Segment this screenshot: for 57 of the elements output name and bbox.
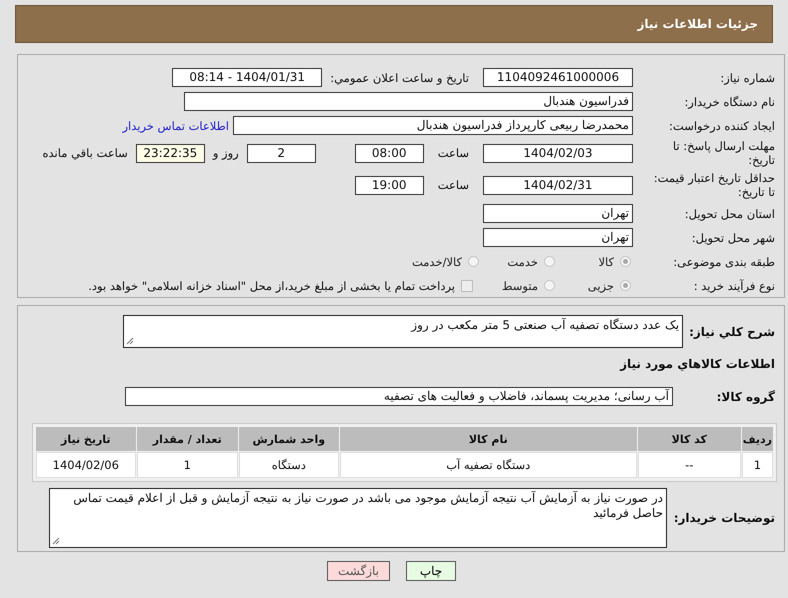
field-label: ایجاد کننده درخواست: — [668, 118, 775, 132]
category-radio[interactable]: خدمت — [493, 254, 555, 268]
time-label: ساعت — [438, 178, 469, 192]
category-radio[interactable]: كالا/خدمت — [412, 254, 479, 268]
table-cell: 1 — [742, 452, 773, 478]
category-radio[interactable]: كالا — [569, 254, 631, 268]
field-label: شرح کلي نیاز: — [689, 325, 775, 339]
field-label: شماره نیاز: — [719, 70, 775, 84]
purchase-type-radio[interactable]: جزیی — [569, 278, 631, 292]
contact-link[interactable]: اطلاعات تماس خریدار — [122, 118, 229, 132]
field-label: نوع فرآیند خرید : — [692, 278, 775, 292]
province-field: تهران — [483, 204, 633, 223]
description-field: یک عدد دستگاه تصفیه آب صنعتی 5 متر مکعب در روز — [123, 315, 684, 348]
days-field: 2 — [246, 144, 316, 162]
field-label: گروه کالا: — [716, 390, 775, 404]
time-field: 08:00 — [354, 144, 424, 162]
purchase-type-radio[interactable]: متوسط — [493, 278, 555, 292]
field-label: تاریخ و ساعت اعلان عمومي: — [330, 70, 469, 84]
table-cell: 1404/02/06 — [36, 452, 136, 478]
checkbox-label: پرداخت تمام یا بخشی از مبلغ خرید،از محل "اسناد خزانه اسلامی" خواهد بود. — [88, 278, 455, 292]
buyer-org-field: فدراسیون هندبال — [184, 92, 633, 111]
column-header: واحد شمارش — [238, 427, 339, 451]
remaining-time-field: 23:22:35 — [136, 144, 205, 162]
table-cell: 1 — [136, 452, 238, 478]
resize-grip-icon — [126, 337, 134, 345]
column-header: تاریخ نیاز — [36, 427, 136, 451]
column-header: کد کالا — [638, 427, 741, 451]
date-field: 1404/02/03 — [483, 144, 633, 162]
buyer-notes-field: در صورت نیاز به آزمایش آب نتیجه آزمایش موجود می باشد در صورت نیاز به نتیجه آزمایش و قبل از اعلام قیمت تماس حاصل فرمائید — [49, 488, 667, 548]
remaining-label: ساعت باقي مانده — [42, 146, 128, 160]
table-cell: دستگاه — [238, 452, 339, 478]
field-label: نام دستگاه خریدار: — [683, 94, 775, 108]
print-button[interactable]: چاپ — [406, 561, 456, 581]
field-label: شهر محل تحویل: — [690, 230, 775, 244]
column-header: ردیف — [742, 427, 773, 451]
days-label: روز و — [212, 146, 239, 160]
field-label: مهلت ارسال پاسخ: تا تاریخ: — [672, 138, 775, 168]
field-label: استان محل تحویل: — [684, 206, 775, 220]
need-number-field: 1104092461000006 — [483, 68, 633, 87]
time-field: 19:00 — [354, 176, 424, 194]
field-label: حداقل تاریخ اعتبار قیمت: تا تاریخ: — [652, 170, 775, 200]
goods-group-field: آب رسانی؛ مدیریت پسماند، فاضلاب و فعالیت های تصفیه — [125, 387, 673, 406]
requester-field: محمدرضا ربیعی کارپرداز فدراسیون هندبال — [233, 116, 633, 135]
resize-grip-icon — [52, 537, 60, 545]
table-cell: -- — [638, 452, 741, 478]
date-field: 1404/02/31 — [483, 176, 633, 194]
field-label: طبقه بندی موضوعی: — [672, 254, 775, 268]
checkbox[interactable] — [461, 280, 473, 292]
column-header: تعداد / مقدار — [136, 427, 238, 451]
column-header: نام کالا — [340, 427, 637, 451]
city-field: تهران — [483, 228, 633, 247]
announce-date-field: 1404/01/31 - 08:14 — [172, 68, 322, 87]
back-button[interactable]: بازگشت — [327, 561, 390, 581]
page-title: جزئیات اطلاعات نیاز — [637, 17, 758, 31]
time-label: ساعت — [438, 146, 469, 160]
table-cell: دستگاه تصفیه آب — [340, 452, 637, 478]
section-heading: اطلاعات کالاهاي مورد نیاز — [620, 357, 775, 371]
